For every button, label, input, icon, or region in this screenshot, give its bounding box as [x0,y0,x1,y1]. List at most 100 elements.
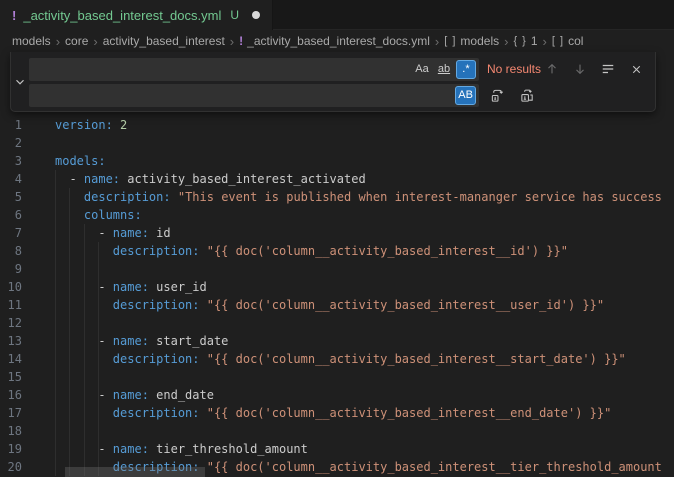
code-line[interactable]: 9 [0,260,674,278]
find-in-selection-icon [601,62,615,76]
replace-input[interactable]: - name: $1\n description: "{{ doc('colum… [29,84,479,107]
symbol-icon: [ ] [552,35,564,47]
code-text: columns: [55,206,142,224]
line-number: 8 [0,242,22,260]
code-line[interactable]: 16 - name: end_date [0,386,674,404]
code-line[interactable]: 7 - name: id [0,224,674,242]
line-number: 2 [0,134,22,152]
code-line[interactable]: 12 [0,314,674,332]
tab-bar: ! _activity_based_interest_docs.yml U [0,0,674,30]
regex-toggle[interactable]: .* [456,60,476,79]
line-number: 14 [0,350,22,368]
code-line[interactable]: 1version: 2 [0,116,674,134]
line-number: 7 [0,224,22,242]
line-number: 9 [0,260,22,278]
code-line[interactable]: 6 columns: [0,206,674,224]
find-results-status: No results [487,62,541,76]
code-text: description: "{{ doc('column__activity_b… [55,296,604,314]
tab-filename: _activity_based_interest_docs.yml [23,8,221,23]
code-line[interactable]: 19 - name: tier_threshold_amount [0,440,674,458]
code-line[interactable]: 11 description: "{{ doc('column__activit… [0,296,674,314]
code-line[interactable]: 3 models: [0,152,674,170]
code-text: - name: activity_based_interest_activate… [55,170,366,188]
breadcrumb-item[interactable]: { }1 [513,34,537,48]
code-text: - name: end_date [55,386,214,404]
line-number: 17 [0,404,22,422]
yaml-exclamation-icon: ! [239,34,243,48]
breadcrumb: models › core › activity_based_interest ›! _ac… [0,30,674,52]
breadcrumb-label: col [568,34,583,48]
breadcrumb-item[interactable]: core [65,34,88,48]
preserve-case-toggle[interactable]: AB [455,86,476,105]
breadcrumb-label: models [12,34,51,48]
code-text: models: [55,152,106,170]
code-line[interactable]: 18 [0,422,674,440]
code-line[interactable]: 14 description: "{{ doc('column__activit… [0,350,674,368]
code-text: description: "This event is published wh… [55,188,662,206]
code-text: version: 2 [55,116,127,134]
arrow-down-icon [573,62,587,76]
line-number: 4 [0,170,22,188]
horizontal-scrollbar[interactable] [65,467,205,477]
code-text: - name: start_date [55,332,228,350]
code-line[interactable]: 4 - name: activity_based_interest_activa… [0,170,674,188]
breadcrumb-label: core [65,34,88,48]
line-number: 18 [0,422,22,440]
line-number: 16 [0,386,22,404]
code-text: - name: user_id [55,278,207,296]
breadcrumb-separator: › [56,34,60,49]
line-number: 15 [0,368,22,386]
breadcrumb-label: _activity_based_interest_docs.yml [247,34,430,48]
code-editor[interactable]: 1version: 223models:4 - name: activity_b… [0,52,674,477]
symbol-icon: [ ] [444,35,456,47]
match-case-toggle[interactable]: Aa [412,60,432,79]
whole-word-toggle[interactable]: ab [434,60,454,79]
close-icon [630,63,643,76]
code-line[interactable]: 5 description: "This event is published … [0,188,674,206]
next-match-button[interactable] [569,58,591,80]
code-line[interactable]: 8 description: "{{ doc('column__activity… [0,242,674,260]
breadcrumb-item[interactable]: ! _activity_based_interest_docs.yml [239,34,430,48]
modified-indicator-dot[interactable] [252,11,260,19]
editor-tab[interactable]: ! _activity_based_interest_docs.yml U [0,0,273,30]
yaml-exclamation-icon: ! [12,8,16,23]
arrow-up-icon [545,62,559,76]
code-lines: 1version: 223models:4 - name: activity_b… [0,116,674,476]
code-line[interactable]: 10 - name: user_id [0,278,674,296]
line-number: 3 [0,152,22,170]
close-find-widget-button[interactable] [625,58,647,80]
breadcrumb-item[interactable]: [ ] models [444,34,499,48]
line-number: 11 [0,296,22,314]
replace-all-icon [520,88,535,103]
line-number: 20 [0,458,22,476]
breadcrumb-separator: › [504,34,508,49]
breadcrumb-label: activity_based_interest [103,34,225,48]
breadcrumb-label: 1 [531,34,538,48]
breadcrumb-separator: › [543,34,547,49]
line-number: 13 [0,332,22,350]
find-in-selection-button[interactable] [597,58,619,80]
code-line[interactable]: 17 description: "{{ doc('column__activit… [0,404,674,422]
toggle-replace-button[interactable] [11,52,29,111]
line-number: 10 [0,278,22,296]
code-text: - name: tier_threshold_amount [55,440,308,458]
previous-match-button[interactable] [541,58,563,80]
code-region: 1version: 223models:4 - name: activity_b… [0,52,674,476]
breadcrumb-item[interactable]: models [12,34,51,48]
find-input[interactable]: \s{6}- name: (.*)\n description: "" Aa a… [29,58,479,81]
code-line[interactable]: 15 [0,368,674,386]
replace-icon [490,88,505,103]
replace-button[interactable] [487,84,509,106]
breadcrumb-separator: › [435,34,439,49]
breadcrumb-item[interactable]: activity_based_interest [103,34,225,48]
replace-all-button[interactable] [517,84,539,106]
code-text: description: "{{ doc('column__activity_b… [55,404,611,422]
code-line[interactable]: 2 [0,134,674,152]
code-text: description: "{{ doc('column__activity_b… [55,242,568,260]
breadcrumb-label: models [460,34,499,48]
chevron-down-icon [13,75,27,89]
code-text: description: "{{ doc('column__activity_b… [55,350,626,368]
breadcrumb-separator: › [230,34,234,49]
code-line[interactable]: 13 - name: start_date [0,332,674,350]
breadcrumb-item[interactable]: [ ] col [552,34,584,48]
